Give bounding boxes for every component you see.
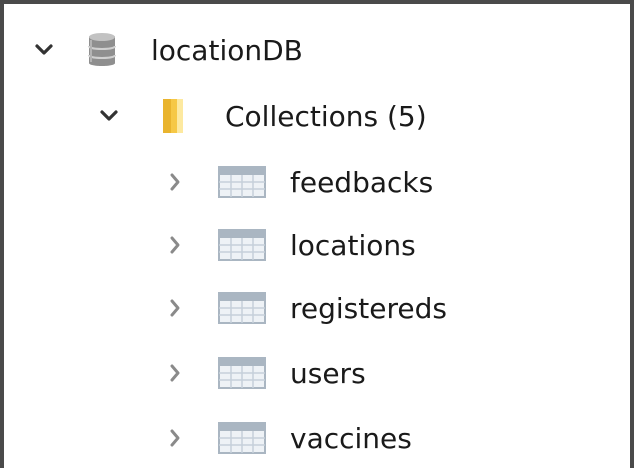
tree-node-collection-users[interactable]: users (163, 347, 366, 399)
tree-node-database[interactable]: locationDB (32, 24, 303, 76)
collection-label: registereds (290, 291, 447, 325)
tree-node-collection-locations[interactable]: locations (163, 219, 416, 271)
tree-node-collection-feedbacks[interactable]: feedbacks (163, 156, 433, 208)
collection-label: vaccines (290, 421, 412, 455)
connection-tree-panel: locationDB Collections (5) feedbacks loc… (0, 0, 634, 468)
database-label: locationDB (151, 33, 303, 67)
chevron-right-icon[interactable] (163, 426, 187, 450)
database-icon (87, 32, 117, 68)
collection-label: feedbacks (290, 165, 434, 199)
table-icon (218, 166, 266, 198)
tree-node-collection-vaccines[interactable]: vaccines (163, 412, 412, 464)
table-icon (218, 229, 266, 261)
tree-node-collection-registereds[interactable]: registereds (163, 282, 447, 334)
chevron-down-icon[interactable] (32, 38, 56, 62)
chevron-right-icon[interactable] (163, 296, 187, 320)
table-icon (218, 292, 266, 324)
folder-icon (161, 96, 185, 136)
collections-folder-label: Collections (5) (225, 99, 427, 133)
collection-label: users (290, 356, 366, 390)
tree-node-collections-folder[interactable]: Collections (5) (97, 90, 427, 142)
chevron-right-icon[interactable] (163, 361, 187, 385)
table-icon (218, 357, 266, 389)
table-icon (218, 422, 266, 454)
chevron-right-icon[interactable] (163, 233, 187, 257)
chevron-right-icon[interactable] (163, 170, 187, 194)
collection-label: locations (290, 228, 416, 262)
chevron-down-icon[interactable] (97, 104, 121, 128)
